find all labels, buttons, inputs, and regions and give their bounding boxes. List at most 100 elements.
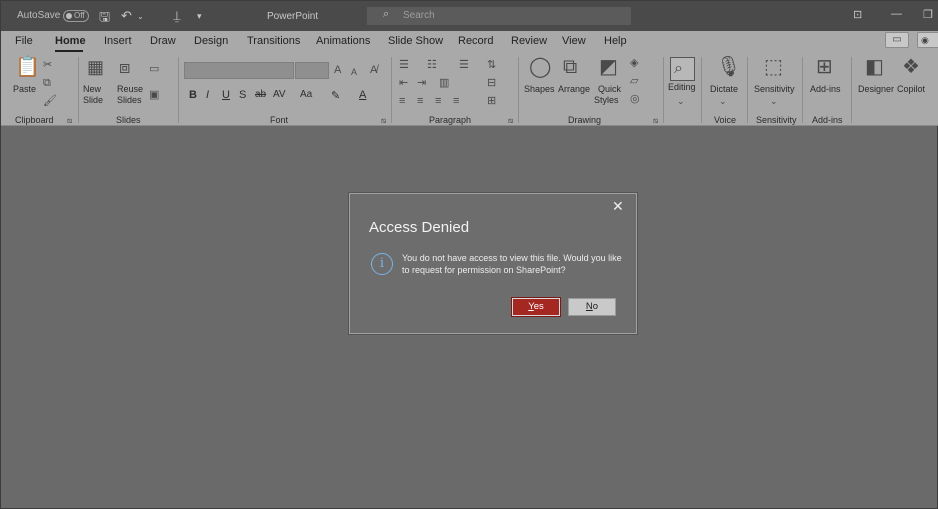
reuse-slides-line2[interactable]: Slides bbox=[117, 95, 142, 106]
add-ins-button[interactable]: Add-ins bbox=[810, 84, 841, 95]
tab-review[interactable]: Review bbox=[511, 35, 547, 47]
strikethrough-icon[interactable]: ab bbox=[255, 89, 266, 100]
comments-button[interactable]: ▭ bbox=[885, 32, 909, 48]
restore-icon[interactable]: ❐ bbox=[923, 8, 933, 21]
present-from-start-icon[interactable]: ⍊ bbox=[173, 8, 181, 24]
drawing-launcher-icon[interactable]: ⧅ bbox=[653, 116, 658, 126]
increase-indent-icon[interactable]: ⇥ bbox=[417, 77, 426, 89]
tab-home[interactable]: Home bbox=[55, 35, 86, 47]
arrange-button[interactable]: Arrange bbox=[558, 84, 590, 95]
sensitivity-button[interactable]: Sensitivity bbox=[754, 84, 795, 95]
present-button[interactable]: ◉ bbox=[917, 32, 938, 48]
format-painter-icon[interactable]: 🖌 bbox=[43, 95, 57, 107]
layout-icon[interactable]: ▭ bbox=[149, 63, 159, 75]
tab-view[interactable]: View bbox=[562, 35, 586, 47]
tab-draw[interactable]: Draw bbox=[150, 35, 176, 47]
highlight-icon[interactable]: ✎ bbox=[331, 89, 340, 102]
autosave-toggle[interactable]: Off bbox=[63, 10, 89, 22]
grow-font-icon[interactable]: A bbox=[334, 64, 341, 76]
arrange-icon[interactable]: ⧉ bbox=[563, 57, 577, 77]
align-right-icon[interactable]: ≡ bbox=[435, 95, 441, 107]
sensitivity-icon[interactable]: ⬚ bbox=[764, 57, 783, 77]
editing-label[interactable]: Editing bbox=[668, 82, 696, 93]
no-button[interactable]: No bbox=[568, 298, 616, 316]
tab-help[interactable]: Help bbox=[604, 35, 627, 47]
justify-icon[interactable]: ≡ bbox=[453, 95, 459, 107]
cut-icon[interactable]: ✂ bbox=[43, 59, 52, 71]
align-center-icon[interactable]: ≡ bbox=[417, 95, 423, 107]
quick-styles-line1[interactable]: Quick bbox=[598, 84, 621, 95]
font-launcher-icon[interactable]: ⧅ bbox=[381, 116, 386, 126]
copy-icon[interactable]: ⧉ bbox=[43, 77, 51, 89]
yes-label: es bbox=[533, 301, 544, 312]
shape-outline-icon[interactable]: ▱ bbox=[630, 75, 638, 87]
undo-icon[interactable]: ↶ bbox=[121, 8, 132, 24]
new-slide-line2[interactable]: Slide bbox=[83, 95, 103, 106]
dictate-button[interactable]: Dictate bbox=[710, 84, 738, 95]
shrink-font-icon[interactable]: A bbox=[351, 66, 357, 78]
save-icon[interactable]: 🖫 bbox=[99, 8, 110, 30]
bold-icon[interactable]: B bbox=[189, 89, 197, 101]
align-text-icon[interactable]: ⊟ bbox=[487, 77, 496, 89]
smartart-icon[interactable]: ⊞ bbox=[487, 95, 496, 107]
section-icon[interactable]: ▣ bbox=[149, 89, 159, 101]
change-case-icon[interactable]: Aa bbox=[300, 89, 312, 100]
tab-record[interactable]: Record bbox=[458, 35, 493, 47]
character-spacing-icon[interactable]: AV bbox=[273, 89, 286, 100]
group-separator bbox=[518, 57, 519, 123]
ribbon-display-icon[interactable]: ⊡ bbox=[853, 8, 862, 21]
sensitivity-dropdown-icon[interactable]: ⌄ bbox=[770, 95, 778, 107]
paste-icon[interactable]: 📋 bbox=[15, 57, 40, 77]
numbering-icon[interactable]: ☷ bbox=[427, 59, 437, 71]
font-color-icon[interactable]: A bbox=[359, 89, 366, 101]
find-icon: ⌕ bbox=[674, 60, 683, 77]
close-icon[interactable]: ✕ bbox=[612, 198, 624, 215]
editing-button[interactable]: ⌕ bbox=[670, 57, 695, 81]
tab-slide-show[interactable]: Slide Show bbox=[388, 35, 443, 47]
quick-styles-icon[interactable]: ◩ bbox=[599, 57, 618, 77]
tab-design[interactable]: Design bbox=[194, 35, 228, 47]
reuse-slides-line1[interactable]: Reuse bbox=[117, 84, 143, 95]
editing-dropdown-icon[interactable]: ⌄ bbox=[677, 95, 685, 107]
shapes-icon[interactable]: ◯ bbox=[529, 57, 551, 77]
designer-button[interactable]: Designer bbox=[858, 84, 894, 95]
yes-button[interactable]: Yes bbox=[511, 297, 561, 317]
search-box[interactable]: ⌕ Search bbox=[367, 7, 631, 25]
quick-styles-line2[interactable]: Styles bbox=[594, 95, 619, 106]
clear-formatting-icon[interactable]: A̸ bbox=[370, 64, 377, 76]
reuse-slides-icon[interactable]: ⧈ bbox=[119, 58, 130, 76]
paste-button[interactable]: Paste bbox=[13, 84, 36, 95]
decrease-indent-icon[interactable]: ⇤ bbox=[399, 77, 408, 89]
italic-icon[interactable]: I bbox=[206, 89, 209, 101]
minimize-icon[interactable]: — bbox=[891, 8, 902, 20]
clipboard-launcher-icon[interactable]: ⧅ bbox=[67, 116, 72, 126]
bullets-icon[interactable]: ☰ bbox=[399, 59, 409, 71]
shape-effects-icon[interactable]: ◎ bbox=[630, 93, 640, 105]
font-name-box[interactable] bbox=[184, 62, 294, 79]
tab-insert[interactable]: Insert bbox=[104, 35, 132, 47]
add-ins-icon[interactable]: ⊞ bbox=[816, 57, 833, 77]
shapes-button[interactable]: Shapes bbox=[524, 84, 555, 95]
new-slide-line1[interactable]: New bbox=[83, 84, 101, 95]
shadow-icon[interactable]: S bbox=[239, 89, 246, 101]
copilot-button[interactable]: Copilot bbox=[897, 84, 925, 95]
undo-dropdown-icon[interactable]: ⌄ bbox=[137, 12, 144, 21]
underline-icon[interactable]: U bbox=[222, 89, 230, 101]
customize-toolbar-icon[interactable]: ▾ bbox=[197, 11, 202, 22]
info-icon: i bbox=[371, 253, 393, 275]
new-slide-icon[interactable]: ▦ bbox=[87, 58, 104, 76]
columns-icon[interactable]: ▥ bbox=[439, 77, 449, 89]
dictate-dropdown-icon[interactable]: ⌄ bbox=[719, 95, 727, 107]
text-direction-icon[interactable]: ⇅ bbox=[487, 59, 496, 71]
paragraph-launcher-icon[interactable]: ⧅ bbox=[508, 116, 513, 126]
copilot-icon[interactable]: ❖ bbox=[902, 57, 920, 77]
line-spacing-icon[interactable]: ☰ bbox=[459, 59, 469, 71]
tab-file[interactable]: File bbox=[15, 35, 33, 47]
dictate-icon[interactable]: 🎙 bbox=[716, 57, 741, 77]
shape-fill-icon[interactable]: ◈ bbox=[630, 57, 638, 69]
tab-transitions[interactable]: Transitions bbox=[247, 35, 300, 47]
font-size-box[interactable] bbox=[295, 62, 329, 79]
tab-animations[interactable]: Animations bbox=[316, 35, 370, 47]
align-left-icon[interactable]: ≡ bbox=[399, 95, 405, 107]
designer-icon[interactable]: ◧ bbox=[865, 57, 884, 77]
